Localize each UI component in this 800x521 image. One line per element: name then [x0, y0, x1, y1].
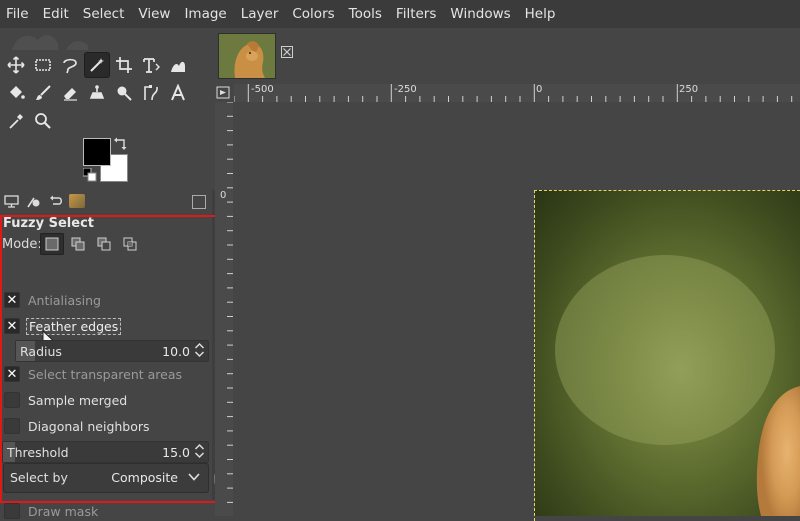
select-transparent-option: ✕ Select transparent areas	[4, 364, 182, 384]
foreground-color-swatch[interactable]	[83, 138, 111, 166]
feather-edges-label[interactable]: Feather edges	[26, 317, 122, 335]
fuzzy-select-tool-icon[interactable]	[84, 52, 110, 78]
threshold-spin-arrows-icon[interactable]	[194, 443, 205, 459]
toolbox: Fuzzy Select Mode: ✕ Antialiasing ✕ Feat…	[0, 28, 212, 519]
dog-thumbnail-icon	[219, 34, 275, 78]
mode-subtract-icon[interactable]	[92, 233, 116, 255]
feather-edges-option: ✕ Feather edges	[4, 316, 122, 336]
h-ruler-label: 250	[679, 84, 699, 95]
photo-content	[555, 255, 800, 516]
draw-mask-option: Draw mask	[4, 501, 98, 521]
text-tool-icon[interactable]	[165, 80, 191, 106]
menu-layer[interactable]: Layer	[234, 0, 286, 28]
default-colors-icon[interactable]	[83, 168, 97, 182]
close-tab-icon[interactable]	[281, 46, 293, 58]
chevron-down-icon	[188, 473, 200, 481]
paths-tool-icon[interactable]	[138, 80, 164, 106]
images-tab-icon[interactable]	[66, 191, 88, 211]
diagonal-neighbors-label: Diagonal neighbors	[28, 418, 150, 434]
select-transparent-checkbox[interactable]: ✕	[4, 366, 20, 382]
sample-merged-label: Sample merged	[28, 392, 128, 408]
tool-row-3	[3, 108, 56, 134]
horizontal-ruler-ticks	[233, 84, 793, 102]
sample-merged-checkbox[interactable]	[4, 392, 20, 408]
radius-spinner[interactable]: Radius 10.0	[15, 340, 209, 362]
draw-mask-checkbox[interactable]	[4, 503, 20, 519]
swap-colors-icon[interactable]	[114, 136, 128, 150]
menu-file[interactable]: File	[0, 0, 36, 28]
draw-mask-label: Draw mask	[28, 503, 99, 519]
threshold-spinner[interactable]: Threshold 15.0	[2, 441, 209, 463]
free-select-tool-icon[interactable]	[57, 52, 83, 78]
radius-value: 10.0	[162, 343, 190, 359]
vertical-ruler[interactable]: 0	[215, 101, 233, 516]
move-tool-icon[interactable]	[3, 52, 29, 78]
quick-mask-icon	[216, 86, 230, 99]
tool-row-2	[3, 80, 191, 106]
antialiasing-label: Antialiasing	[28, 292, 101, 308]
mode-intersect-icon[interactable]	[118, 233, 142, 255]
ruler-corner[interactable]	[215, 84, 233, 102]
menu-help[interactable]: Help	[518, 0, 563, 28]
crop-tool-icon[interactable]	[111, 52, 137, 78]
menu-edit[interactable]: Edit	[36, 0, 76, 28]
dock-menu-icon[interactable]	[192, 195, 206, 209]
rect-select-tool-icon[interactable]	[30, 52, 56, 78]
undo-history-tab-icon[interactable]	[44, 191, 66, 211]
tool-options-title: Fuzzy Select	[3, 216, 94, 231]
mode-add-icon[interactable]	[66, 233, 90, 255]
antialiasing-option: ✕ Antialiasing	[4, 290, 101, 310]
menu-view[interactable]: View	[131, 0, 177, 28]
threshold-value: 15.0	[162, 444, 190, 460]
zoom-tool-icon[interactable]	[30, 108, 56, 134]
select-by-dropdown[interactable]: Select by Composite	[3, 463, 209, 493]
eraser-tool-icon[interactable]	[57, 80, 83, 106]
smudge-tool-icon[interactable]	[111, 80, 137, 106]
diagonal-neighbors-option: Diagonal neighbors	[4, 416, 150, 436]
menu-image[interactable]: Image	[177, 0, 233, 28]
radius-label: Radius	[20, 343, 62, 359]
select-by-value: Composite	[111, 470, 178, 485]
mode-replace-icon[interactable]	[40, 233, 64, 255]
image-tab-thumbnail[interactable]	[218, 33, 276, 79]
menu-select[interactable]: Select	[76, 0, 132, 28]
menu-windows[interactable]: Windows	[443, 0, 517, 28]
warp-tool-icon[interactable]	[165, 52, 191, 78]
antialiasing-checkbox[interactable]: ✕	[4, 292, 20, 308]
transform-tool-icon[interactable]	[138, 52, 164, 78]
sample-merged-option: Sample merged	[4, 390, 127, 410]
tool-row-1	[3, 52, 191, 78]
image-tabbar	[212, 28, 800, 82]
feather-edges-checkbox[interactable]: ✕	[4, 318, 20, 334]
dog-photo-canvas[interactable]	[535, 190, 800, 516]
device-status-tab-icon[interactable]	[22, 191, 44, 211]
dock-tabs	[0, 190, 212, 212]
menu-tools[interactable]: Tools	[342, 0, 389, 28]
radius-spin-arrows-icon[interactable]	[194, 342, 205, 358]
select-by-label: Select by	[10, 470, 68, 485]
tool-options-tab-icon[interactable]	[0, 191, 22, 211]
select-transparent-label: Select transparent areas	[28, 366, 183, 382]
threshold-label: Threshold	[7, 444, 69, 460]
paintbrush-tool-icon[interactable]	[30, 80, 56, 106]
h-ruler-label: 0	[536, 84, 543, 95]
h-ruler-label: -250	[394, 84, 417, 95]
color-picker-tool-icon[interactable]	[3, 108, 29, 134]
wilber-logo-icon	[12, 35, 88, 50]
tool-options-panel: Fuzzy Select Mode: ✕ Antialiasing ✕ Feat…	[0, 214, 212, 519]
menubar: File Edit Select View Image Layer Colors…	[0, 0, 800, 28]
horizontal-ruler[interactable]: -500 -250 0 250	[233, 84, 800, 102]
v-ruler-label: 0	[220, 190, 227, 201]
h-ruler-label: -500	[251, 84, 274, 95]
mode-label: Mode:	[2, 237, 42, 252]
clone-tool-icon[interactable]	[84, 80, 110, 106]
bucket-fill-tool-icon[interactable]	[3, 80, 29, 106]
vertical-ruler-ticks	[227, 101, 233, 503]
menu-colors[interactable]: Colors	[285, 0, 341, 28]
menu-filters[interactable]: Filters	[389, 0, 443, 28]
mode-buttons	[40, 233, 142, 255]
diagonal-neighbors-checkbox[interactable]	[4, 418, 20, 434]
